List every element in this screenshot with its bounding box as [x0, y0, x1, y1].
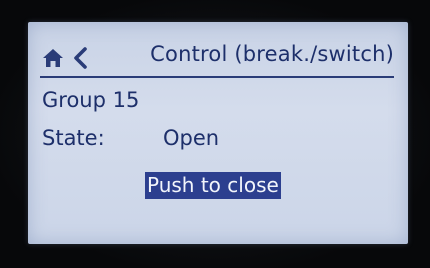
state-label: State: — [42, 126, 105, 150]
header-bar: Control (break./switch) — [28, 22, 408, 78]
push-to-close-button[interactable]: Push to close — [145, 172, 281, 199]
lcd-screen: Control (break./switch) Group 15 State: … — [28, 22, 408, 244]
chevron-left-icon[interactable] — [72, 47, 88, 69]
page-title: Control (break./switch) — [150, 42, 394, 66]
group-label: Group 15 — [42, 88, 140, 112]
device-bezel: Control (break./switch) Group 15 State: … — [0, 0, 430, 268]
state-value: Open — [163, 126, 220, 150]
home-icon[interactable] — [42, 48, 64, 68]
header-divider — [40, 76, 394, 78]
